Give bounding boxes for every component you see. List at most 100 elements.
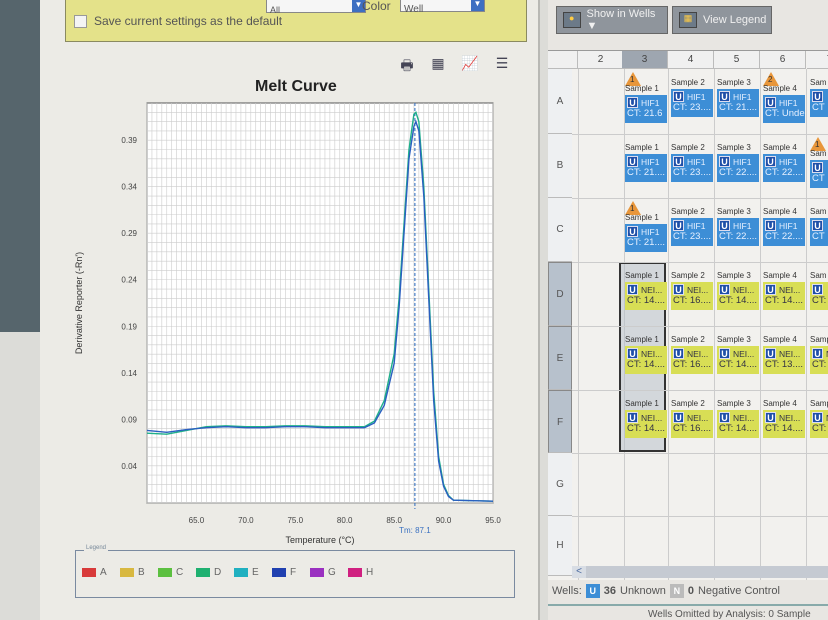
ct-value: CT: 1 bbox=[812, 295, 828, 306]
well-f3[interactable]: Sample 1 U NEI... CT: 14.... bbox=[623, 391, 667, 453]
well-e4[interactable]: Sample 2 U NEI... CT: 16.... bbox=[669, 327, 713, 389]
column-header-5[interactable]: 5 bbox=[714, 51, 760, 69]
well-a3[interactable]: 1 Sample 1 U HIF1 CT: 21.6 bbox=[623, 70, 667, 132]
target-name: HIF1 bbox=[779, 157, 798, 167]
x-tick-label: 95.0 bbox=[485, 516, 501, 525]
target-name: NEI... bbox=[779, 349, 801, 359]
well-d5[interactable]: Sample 3 U NEI... CT: 14.... bbox=[715, 263, 759, 325]
legend-item-b: B bbox=[120, 567, 145, 578]
row-header-e[interactable]: E bbox=[548, 326, 572, 390]
well-d6[interactable]: Sample 4 U NEI... CT: 14.... bbox=[761, 263, 805, 325]
well-a4[interactable]: Sample 2 U HIF1 CT: 23.... bbox=[669, 70, 713, 132]
row-header-g[interactable]: G bbox=[548, 453, 572, 516]
target-name: HIF1 bbox=[641, 98, 660, 108]
sample-name: Sample 2 bbox=[671, 143, 705, 152]
target-select[interactable]: All ▼ bbox=[266, 0, 366, 15]
well-c4[interactable]: Sample 2 U HIF1 CT: 23.... bbox=[669, 199, 713, 261]
show-in-wells-button[interactable]: ● Show in Wells ▼ bbox=[556, 6, 668, 34]
legend-list-icon[interactable]: ☰ bbox=[492, 55, 512, 73]
row-header-c[interactable]: C bbox=[548, 198, 572, 262]
well-info: U HIF1 CT: 23.... bbox=[671, 89, 713, 117]
well-e5[interactable]: Sample 3 U NEI... CT: 14.... bbox=[715, 327, 759, 389]
column-header-3[interactable]: 3 bbox=[622, 51, 668, 69]
unknown-task-icon: U bbox=[673, 348, 684, 359]
well-info: U HIF1 CT: 21.... bbox=[625, 154, 667, 182]
sample-name: Sample 3 bbox=[717, 335, 751, 344]
ct-value: CT: 14.... bbox=[627, 423, 666, 434]
well-a6[interactable]: 2 Sample 4 U HIF1 CT: Unde bbox=[761, 70, 805, 132]
target-name: HIF1 bbox=[733, 92, 752, 102]
row-header-b[interactable]: B bbox=[548, 134, 572, 198]
well-c7[interactable]: Sam U CT bbox=[808, 199, 828, 261]
well-f5[interactable]: Sample 3 U NEI... CT: 14.... bbox=[715, 391, 759, 453]
view-legend-button[interactable]: ▦ View Legend bbox=[672, 6, 772, 34]
sample-name: Sample 2 bbox=[671, 78, 705, 87]
well-d7[interactable]: Sam UCT: 1 bbox=[808, 263, 828, 325]
well-a7[interactable]: Sam U CT bbox=[808, 70, 828, 132]
target-name: HIF1 bbox=[733, 221, 752, 231]
legend-swatch bbox=[310, 568, 324, 577]
plate-grid: 234567A1Sample 1UHIF1CT: 21.6Sample 2UHI… bbox=[548, 50, 828, 580]
column-header-2[interactable]: 2 bbox=[578, 51, 624, 69]
sample-name: Sam bbox=[810, 271, 827, 280]
well-info: U NEI... CT: 16.... bbox=[671, 282, 713, 310]
well-b4[interactable]: Sample 2 U HIF1 CT: 23.... bbox=[669, 135, 713, 197]
y-tick-label: 0.34 bbox=[121, 183, 137, 192]
color-select[interactable]: Well ▼ bbox=[400, 0, 485, 15]
well-c3[interactable]: 1 Sample 1 U HIF1 CT: 21.... bbox=[623, 199, 667, 261]
column-header-4[interactable]: 4 bbox=[668, 51, 714, 69]
printer-icon[interactable]: 🖶 bbox=[397, 55, 417, 73]
well-e6[interactable]: Sample 4 U NEI... CT: 13.... bbox=[761, 327, 805, 389]
row-header-h[interactable]: H bbox=[548, 516, 572, 576]
target-name: NEI... bbox=[687, 285, 709, 295]
column-header-6[interactable]: 6 bbox=[760, 51, 806, 69]
well-b6[interactable]: Sample 4 U HIF1 CT: 22.... bbox=[761, 135, 805, 197]
well-b5[interactable]: Sample 3 U HIF1 CT: 22.... bbox=[715, 135, 759, 197]
well-f4[interactable]: Sample 2 U NEI... CT: 16.... bbox=[669, 391, 713, 453]
legend-label: G bbox=[328, 567, 336, 578]
well-b7[interactable]: 1 Sam U CT bbox=[808, 135, 828, 197]
x-tick-label: 65.0 bbox=[189, 516, 205, 525]
unknown-task-icon: U bbox=[812, 91, 823, 102]
scroll-left-icon[interactable]: < bbox=[572, 566, 586, 578]
sample-name: Sam bbox=[810, 78, 827, 87]
well-c5[interactable]: Sample 3 U HIF1 CT: 22.... bbox=[715, 199, 759, 261]
ct-value: CT: 22.... bbox=[719, 231, 758, 242]
well-d3[interactable]: Sample 1 U NEI... CT: 14.... bbox=[623, 263, 667, 325]
save-default-checkbox[interactable] bbox=[74, 15, 87, 28]
target-name: HIF1 bbox=[687, 221, 706, 231]
sample-name: Sample 4 bbox=[763, 335, 797, 344]
wells-summary: Wells: U 36 Unknown N 0 Negative Control bbox=[552, 584, 780, 598]
well-f6[interactable]: Sample 4 U NEI... CT: 14.... bbox=[761, 391, 805, 453]
well-a5[interactable]: Sample 3 U HIF1 CT: 21.... bbox=[715, 70, 759, 132]
row-header-d[interactable]: D bbox=[548, 262, 572, 326]
ct-value: CT: 22.... bbox=[765, 231, 804, 242]
well-c6[interactable]: Sample 4 U HIF1 CT: 22.... bbox=[761, 199, 805, 261]
target-name: NEI... bbox=[641, 285, 663, 295]
ct-value: CT: 16.... bbox=[673, 359, 712, 370]
negative-control-icon: N bbox=[669, 584, 684, 598]
plot-settings-icon[interactable]: 📈 bbox=[460, 55, 480, 73]
warning-count: 1 bbox=[630, 75, 635, 84]
column-header-7[interactable]: 7 bbox=[807, 51, 828, 69]
row-header-f[interactable]: F bbox=[548, 390, 572, 453]
save-image-icon[interactable]: ▦ bbox=[428, 55, 448, 73]
well-e3[interactable]: Sample 1 U NEI... CT: 14.... bbox=[623, 327, 667, 389]
well-e7[interactable]: Samp UNCT: 1 bbox=[808, 327, 828, 389]
sample-name: Sample 1 bbox=[625, 335, 659, 344]
legend-item-c: C bbox=[158, 567, 183, 578]
legend-swatch bbox=[272, 568, 286, 577]
well-info: U HIF1 CT: 22.... bbox=[717, 218, 759, 246]
well-d4[interactable]: Sample 2 U NEI... CT: 16.... bbox=[669, 263, 713, 325]
well-b3[interactable]: Sample 1 U HIF1 CT: 21.... bbox=[623, 135, 667, 197]
target-name: HIF1 bbox=[733, 157, 752, 167]
unknown-task-icon: U bbox=[812, 412, 823, 423]
horizontal-scrollbar[interactable]: < bbox=[572, 566, 828, 578]
row-header-a[interactable]: A bbox=[548, 69, 572, 134]
well-info: U NEI... CT: 14.... bbox=[625, 410, 667, 438]
legend-swatch bbox=[196, 568, 210, 577]
well-info: U HIF1 CT: 23.... bbox=[671, 154, 713, 182]
well-f7[interactable]: Samp UNCT: 1 bbox=[808, 391, 828, 453]
sample-name: Sample 3 bbox=[717, 207, 751, 216]
unknown-task-icon: U bbox=[812, 162, 823, 173]
